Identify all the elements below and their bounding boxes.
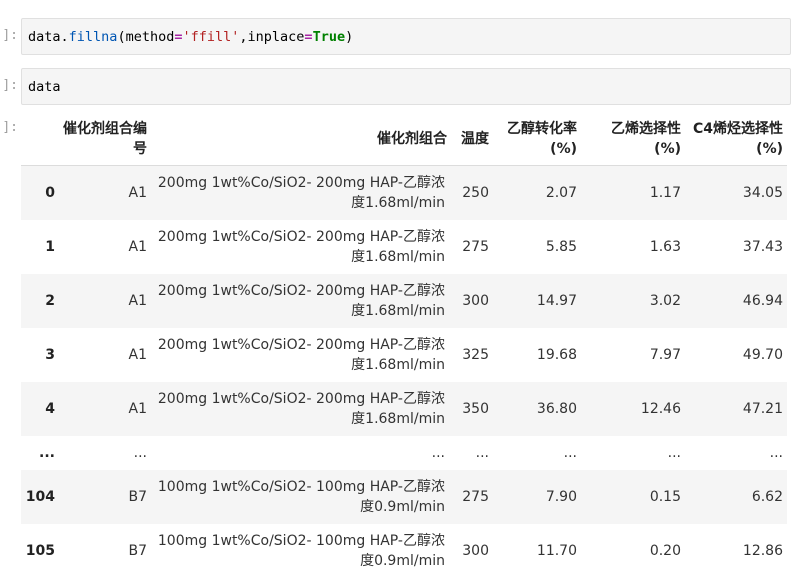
cell-id: A1: [128, 400, 147, 417]
cell-ethylene: 7.97: [649, 346, 681, 363]
code-text: data: [28, 79, 61, 95]
cell-conv: 7.90: [545, 488, 577, 505]
cell-prompt: ]:: [2, 28, 18, 43]
code-token: data: [28, 29, 61, 45]
cell-conv: 36.80: [536, 400, 577, 417]
cell-ethylene: ...: [667, 444, 681, 461]
row-index: 3: [45, 346, 55, 363]
cell-conv: 2.07: [545, 184, 577, 201]
column-header: 催化剂组合编号: [59, 112, 151, 166]
cell-temp: 275: [462, 238, 489, 255]
dataframe-table: 催化剂组合编号 催化剂组合 温度 乙醇转化率(%) 乙烯选择性(%) C4烯烃选…: [21, 112, 787, 578]
cell-c4: 12.86: [742, 542, 783, 559]
table-row: .....................: [21, 436, 787, 470]
row-index: 104: [25, 488, 55, 505]
cell-temp: 350: [462, 400, 489, 417]
table-row: 4 A1 200mg 1wt%Co/SiO2- 200mg HAP-乙醇浓度1.68…: [21, 381, 787, 436]
table-row: 105 B7 100mg 1wt%Co/SiO2- 100mg HAP-乙醇浓度0.…: [21, 524, 787, 578]
cell-ethylene: 12.46: [640, 400, 681, 417]
row-index: 2: [45, 292, 55, 309]
column-header: 温度: [451, 112, 493, 166]
row-index: 105: [25, 542, 55, 559]
cell-c4: 37.43: [742, 238, 783, 255]
code-cell-fillna[interactable]: data.fillna(method='ffill',inplace=True): [21, 18, 791, 55]
cell-conv: 5.85: [545, 238, 577, 255]
cell-id: A1: [128, 292, 147, 309]
cell-id: A1: [128, 184, 147, 201]
cell-combo: 200mg 1wt%Co/SiO2- 200mg HAP-乙醇浓度1.68ml/…: [157, 174, 445, 211]
cell-ethylene: 0.20: [649, 542, 681, 559]
cell-conv: 19.68: [536, 346, 577, 363]
cell-ethylene: 0.15: [649, 488, 681, 505]
cell-ethylene: 1.17: [649, 184, 681, 201]
cell-id: A1: [128, 238, 147, 255]
code-token: ): [345, 29, 354, 45]
cell-conv: ...: [563, 444, 577, 461]
cell-combo: 200mg 1wt%Co/SiO2- 200mg HAP-乙醇浓度1.68ml/…: [157, 390, 445, 427]
cell-temp: 300: [462, 542, 489, 559]
table-row: 104 B7 100mg 1wt%Co/SiO2- 100mg HAP-乙醇浓度0.…: [21, 469, 787, 524]
cell-temp: 250: [462, 184, 489, 201]
code-token: ,inplace: [239, 29, 305, 45]
column-header: C4烯烃选择性(%): [685, 112, 787, 166]
cell-conv: 14.97: [536, 292, 577, 309]
cell-ethylene: 1.63: [649, 238, 681, 255]
cell-c4: 34.05: [742, 184, 783, 201]
index-header: [21, 112, 59, 166]
cell-temp: 275: [462, 488, 489, 505]
column-header: 乙烯选择性(%): [581, 112, 685, 166]
cell-temp: ...: [475, 444, 489, 461]
cell-combo: 100mg 1wt%Co/SiO2- 100mg HAP-乙醇浓度0.9ml/m…: [157, 532, 445, 569]
row-index: 4: [45, 400, 55, 417]
row-index: 0: [45, 184, 55, 201]
cell-c4: 49.70: [742, 346, 783, 363]
code-cell-data[interactable]: data: [21, 68, 791, 105]
table-row: 2 A1 200mg 1wt%Co/SiO2- 200mg HAP-乙醇浓度1.68…: [21, 273, 787, 328]
column-header: 催化剂组合: [151, 112, 451, 166]
cell-c4: 47.21: [742, 400, 783, 417]
code-token: =: [304, 29, 313, 45]
column-header: 乙醇转化率(%): [493, 112, 581, 166]
cell-combo: 200mg 1wt%Co/SiO2- 200mg HAP-乙醇浓度1.68ml/…: [157, 336, 445, 373]
cell-temp: 300: [462, 292, 489, 309]
cell-id: ...: [133, 444, 147, 461]
cell-combo: ...: [431, 444, 445, 461]
cell-temp: 325: [462, 346, 489, 363]
code-token: True: [312, 29, 346, 45]
row-index: ...: [39, 444, 55, 461]
cell-id: A1: [128, 346, 147, 363]
header-row: 催化剂组合编号 催化剂组合 温度 乙醇转化率(%) 乙烯选择性(%) C4烯烃选…: [21, 112, 787, 166]
cell-conv: 11.70: [536, 542, 577, 559]
table-row: 1 A1 200mg 1wt%Co/SiO2- 200mg HAP-乙醇浓度1.68…: [21, 220, 787, 274]
cell-c4: 46.94: [742, 292, 783, 309]
table-row: 3 A1 200mg 1wt%Co/SiO2- 200mg HAP-乙醇浓度1.68…: [21, 328, 787, 382]
cell-id: B7: [128, 542, 147, 559]
cell-c4: ...: [769, 444, 783, 461]
table-row: 0 A1 200mg 1wt%Co/SiO2- 200mg HAP-乙醇浓度1.68…: [21, 165, 787, 220]
cell-id: B7: [128, 488, 147, 505]
code-token: (method: [117, 29, 175, 45]
cell-combo: 200mg 1wt%Co/SiO2- 200mg HAP-乙醇浓度1.68ml/…: [157, 228, 445, 265]
cell-ethylene: 3.02: [649, 292, 681, 309]
cell-combo: 100mg 1wt%Co/SiO2- 100mg HAP-乙醇浓度0.9ml/m…: [157, 478, 445, 515]
cell-c4: 6.62: [751, 488, 783, 505]
cell-combo: 200mg 1wt%Co/SiO2- 200mg HAP-乙醇浓度1.68ml/…: [157, 282, 445, 319]
code-token: .: [60, 29, 69, 45]
cell-prompt: ]:: [2, 78, 18, 93]
output-prompt: ]:: [2, 120, 18, 135]
code-token: fillna: [68, 29, 118, 45]
code-token: 'ffill': [182, 29, 240, 45]
row-index: 1: [45, 238, 55, 255]
